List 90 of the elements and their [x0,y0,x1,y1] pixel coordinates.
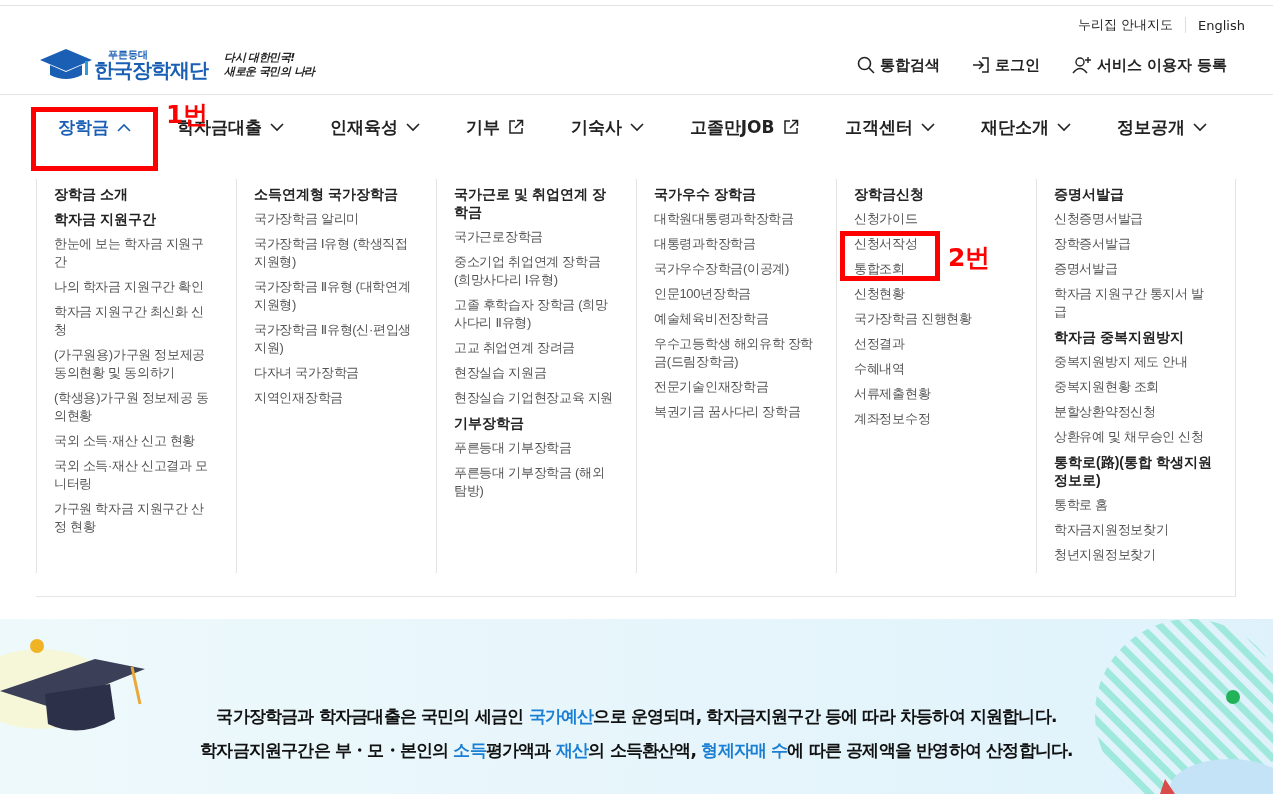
menu-link[interactable]: (가구원용)가구원 정보제공 동의현황 및 동의하기 [54,346,214,382]
annotation-label: 2번 [948,245,991,270]
menu-link[interactable]: 국가장학금 알리미 [254,210,414,228]
chevron-down-icon [270,122,285,132]
header-action-link[interactable]: 통합검색 [856,55,940,75]
menu-link[interactable]: 대학원대통령과학장학금 [654,210,814,228]
menu-link[interactable]: 학자금지원정보찾기 [1054,521,1214,539]
menu-link[interactable]: 통학로 홈 [1054,496,1214,514]
slogan-text: 새로운 국민의 나라 [224,65,315,79]
chevron-down-icon [1193,122,1207,132]
menu-link[interactable]: 가구원 학자금 지원구간 산정 현황 [54,500,214,536]
menu-link[interactable]: 고교 취업연계 장려금 [454,339,614,357]
menu-link[interactable]: 국가우수장학금(이공계) [654,260,814,278]
menu-link[interactable]: 현장실습 기업현장교육 지원 [454,389,614,407]
chevron-down-icon [629,122,644,132]
menu-link[interactable]: 수혜내역 [854,360,1014,378]
menu-link[interactable]: (학생용)가구원 정보제공 동의현황 [54,389,214,425]
menu-heading: 기부장학금 [454,414,525,432]
menu-link[interactable]: 지역인재장학금 [254,389,414,407]
menu-heading: 통학로(路)(통합 학생지원 정보로) [1054,453,1213,489]
search-icon [856,56,875,74]
header-action-link[interactable]: 로그인 [971,55,1040,75]
menu-heading: 국가우수 장학금 [654,185,757,203]
menu-heading: 학자금 중복지원방지 [1054,328,1185,346]
menu-link[interactable]: 서류제출현황 [854,385,1014,403]
chevron-down-icon [920,122,935,132]
menu-link[interactable]: 계좌정보수정 [854,410,1014,428]
nav-menu-item[interactable]: 기숙사 [570,115,644,139]
nav-menu-item[interactable]: 기부 [466,115,525,139]
nav-menu-item[interactable]: 장학금 [58,115,131,139]
menu-link[interactable]: 전문기술인재장학금 [654,378,814,396]
menu-link[interactable]: 신청가이드 [854,210,1014,228]
header-action-link[interactable]: 서비스 이용자 등록 [1071,55,1227,75]
menu-link[interactable]: 신청현황 [854,285,1014,303]
utility-link[interactable]: 누리집 안내지도 [1077,16,1174,34]
menu-link[interactable]: 푸른등대 기부장학금 (해외탐방) [454,464,614,500]
chevron-down-icon [406,122,421,132]
menu-link[interactable]: 복권기금 꿈사다리 장학금 [654,403,814,421]
user-add-icon [1071,56,1092,74]
slogan-text: 다시 대한민국! [224,51,296,65]
utility-link[interactable]: English [1198,17,1245,33]
menu-link[interactable]: 푸른등대 기부장학금 [454,439,614,457]
chevron-up-icon [117,122,131,132]
menu-heading: 장학금 소개 [54,185,129,203]
menu-link[interactable]: 국가장학금 Ⅱ유형(신·편입생지원) [254,321,414,357]
menu-link[interactable]: 인문100년장학금 [654,285,814,303]
menu-link[interactable]: 예술체육비전장학금 [654,310,814,328]
banner-text: 국가장학금과 학자금대출은 국민의 세금인 국가예산으로 운영되며, 학자금지원구간 등에 따라 차등하여 지원합니다. [216,705,1057,728]
menu-link[interactable]: 국가근로장학금 [454,228,614,246]
menu-link[interactable]: 중복지원현황 조회 [1054,378,1214,396]
menu-link[interactable]: 학자금 지원구간 통지서 발급 [1054,285,1214,321]
menu-link[interactable]: 국가장학금 Ⅱ유형 (대학연계지원형) [254,278,414,314]
menu-link[interactable]: 상환유예 및 채무승인 신청 [1054,428,1214,446]
menu-heading: 장학금신청 [854,185,925,203]
chevron-down-icon [1056,122,1071,132]
nav-menu-item[interactable]: 고졸만JOB [689,115,799,139]
logo-tagline: 푸른등대 [107,50,149,60]
menu-link[interactable]: 선정결과 [854,335,1014,353]
login-icon [971,56,990,74]
menu-link[interactable]: 신청증명서발급 [1054,210,1214,228]
menu-heading: 소득연계형 국가장학금 [254,185,399,203]
menu-link[interactable]: 우수고등학생 해외유학 장학금(드림장학금) [654,335,814,371]
menu-link[interactable]: 고졸 후학습자 장학금 (희망사다리 Ⅱ유형) [454,296,614,332]
menu-link[interactable]: 중복지원방지 제도 안내 [1054,353,1214,371]
menu-link[interactable]: 현장실습 지원금 [454,364,614,382]
menu-heading: 학자금 지원구간 [54,210,157,228]
external-link-icon [782,119,799,135]
menu-link[interactable]: 다자녀 국가장학금 [254,364,414,382]
nav-menu-item[interactable]: 재단소개 [980,115,1071,139]
logo-name[interactable]: 한국장학재단 [94,60,208,80]
menu-link[interactable]: 국가장학금 Ⅰ유형 (학생직접지원형) [254,235,414,271]
menu-link[interactable]: 나의 학자금 지원구간 확인 [54,278,214,296]
menu-link[interactable]: 분할상환약정신청 [1054,403,1214,421]
menu-link[interactable]: 국외 소득·재산 신고 현황 [54,432,214,450]
nav-menu-item[interactable]: 고객센터 [844,115,935,139]
nav-menu-item[interactable]: 정보공개 [1117,115,1207,139]
banner-text: 학자금지원구간은 부・모・본인의 소득평가액과 재산의 소득환산액, 형제자매 수에 따른 공제액을 반영하여 산정합니다. [200,739,1073,762]
menu-link[interactable]: 한눈에 보는 학자금 지원구간 [54,235,214,271]
menu-link[interactable]: 국외 소득·재산 신고결과 모니터링 [54,457,214,493]
menu-link[interactable]: 학자금 지원구간 최신화 신청 [54,303,214,339]
menu-link[interactable]: 중소기업 취업연계 장학금 (희망사다리 Ⅰ유형) [454,253,614,289]
menu-link[interactable]: 증명서발급 [1054,260,1214,278]
menu-link[interactable]: 청년지원정보찾기 [1054,546,1214,564]
nav-menu-item[interactable]: 인재육성 [330,115,421,139]
menu-link[interactable]: 대통령과학장학금 [654,235,814,253]
menu-link[interactable]: 국가장학금 진행현황 [854,310,1014,328]
external-link-icon [508,119,525,135]
menu-heading: 국가근로 및 취업연계 장학금 [454,185,607,221]
menu-heading: 증명서발급 [1054,185,1125,203]
menu-link[interactable]: 장학증서발급 [1054,235,1214,253]
